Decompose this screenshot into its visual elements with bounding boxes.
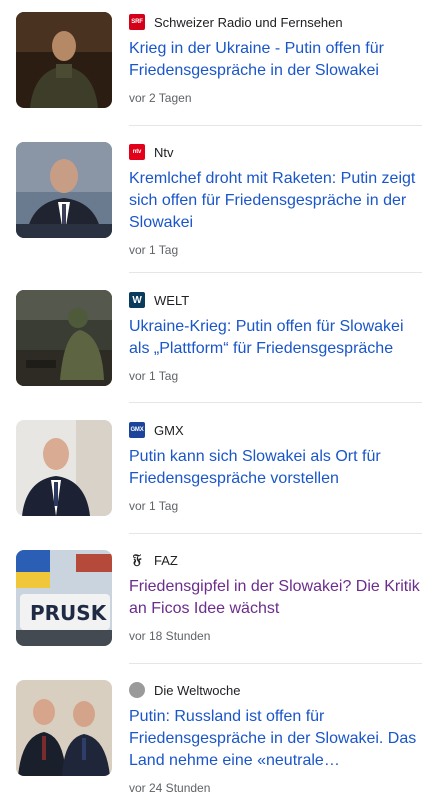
article-headline-link[interactable]: Putin: Russland ist offen für Friedensge… [129,706,424,772]
divider [129,402,422,403]
article-timestamp: vor 2 Tagen [129,91,192,105]
article-headline-link[interactable]: Friedensgipfel in der Slowakei? Die Krit… [129,576,424,620]
article-thumbnail[interactable] [16,142,112,238]
source-row: SRF Schweizer Radio und Fernsehen [129,12,424,32]
source-logo-icon: W [129,292,145,308]
source-row: 𝔉 FAZ [129,550,424,570]
svg-text:PRUSK: PRUSK [30,601,108,625]
source-name: Die Weltwoche [154,682,241,698]
source-row: Die Weltwoche [129,680,424,700]
article-timestamp: vor 1 Tag [129,369,179,383]
news-feed: SRF Schweizer Radio und Fernsehen Krieg … [0,0,438,800]
divider [129,663,422,664]
article-thumbnail[interactable] [16,420,112,516]
article-timestamp: vor 1 Tag [129,499,179,513]
source-name: Ntv [154,144,174,160]
article-headline-link[interactable]: Ukraine-Krieg: Putin offen für Slowakei … [129,316,424,360]
article-headline-link[interactable]: Putin kann sich Slowakei als Ort für Fri… [129,446,424,490]
source-row: W WELT [129,290,424,310]
source-row: ntv Ntv [129,142,424,162]
source-name: WELT [154,292,190,308]
article-headline-link[interactable]: Krieg in der Ukraine - Putin offen für F… [129,38,424,82]
article-headline-link[interactable]: Kremlchef droht mit Raketen: Putin zeigt… [129,168,424,234]
article-timestamp: vor 18 Stunden [129,629,211,643]
divider [129,125,422,126]
source-logo-icon: 𝔉 [129,552,145,568]
source-name: FAZ [154,552,178,568]
article-thumbnail[interactable] [16,12,112,108]
article-timestamp: vor 24 Stunden [129,781,211,795]
source-logo-icon: GMX [129,422,145,438]
article-timestamp: vor 1 Tag [129,243,179,257]
divider [129,533,422,534]
source-logo-icon: ntv [129,144,145,160]
article-thumbnail[interactable] [16,680,112,776]
source-name: Schweizer Radio und Fernsehen [154,14,343,30]
source-row: GMX GMX [129,420,424,440]
divider [129,272,422,273]
source-logo-icon: SRF [129,14,145,30]
source-name: GMX [154,422,184,438]
article-thumbnail[interactable] [16,290,112,386]
article-thumbnail[interactable]: PRUSK [16,550,112,646]
source-logo-icon [129,682,145,698]
